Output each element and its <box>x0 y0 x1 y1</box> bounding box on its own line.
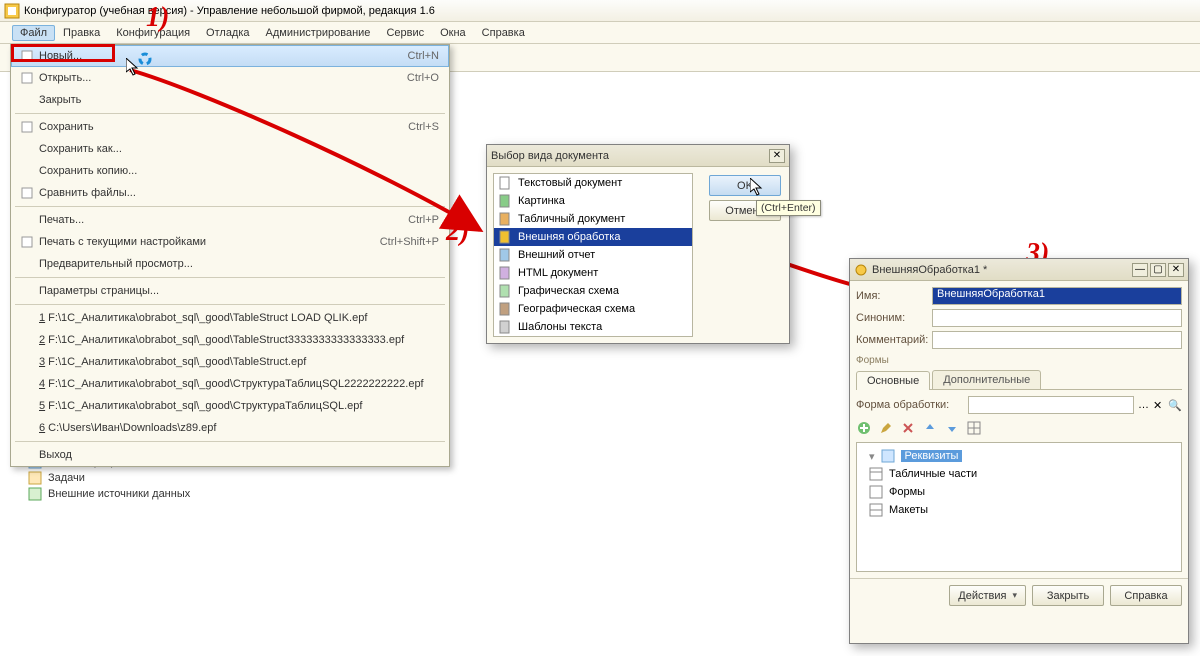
label-form-proc: Форма обработки: <box>856 399 964 411</box>
tree-row-tabparts[interactable]: Табличные части <box>861 465 1177 483</box>
file-menu-item[interactable]: 4 F:\1С_Аналитика\obrabot_sql\_good\Стру… <box>11 373 449 395</box>
file-menu-item[interactable]: Сохранить как... <box>11 138 449 160</box>
menubar: Файл Правка Конфигурация Отладка Админис… <box>0 22 1200 44</box>
doc-type-item[interactable]: HTML документ <box>494 264 692 282</box>
doc-type-item[interactable]: Картинка <box>494 192 692 210</box>
dialog-doc-type: Выбор вида документа ✕ Текстовый докумен… <box>486 144 790 344</box>
group-forms: Формы <box>856 355 1182 366</box>
gear-icon <box>854 263 868 277</box>
dialog-ext-proc-title[interactable]: ВнешняяОбработка1 * — ▢ ✕ <box>850 259 1188 281</box>
file-menu-item[interactable]: Новый...Ctrl+N <box>11 45 449 67</box>
file-menu-item[interactable]: Открыть...Ctrl+O <box>11 67 449 89</box>
tree-row-forms[interactable]: Формы <box>861 483 1177 501</box>
file-menu-item[interactable]: Печать...Ctrl+P <box>11 209 449 231</box>
menu-help[interactable]: Справка <box>474 25 533 41</box>
doc-type-item[interactable]: Графическая схема <box>494 282 692 300</box>
config-tree: Бизнес-процессы Задачи Внешние источники… <box>0 448 340 656</box>
menu-admin[interactable]: Администрирование <box>258 25 379 41</box>
form-proc-search[interactable]: 🔍 <box>1168 399 1182 412</box>
tree-tasks[interactable]: Задачи <box>4 470 336 486</box>
tab-extra[interactable]: Дополнительные <box>932 370 1041 389</box>
doc-type-item[interactable]: Географическая схема <box>494 300 692 318</box>
doc-type-item[interactable]: Шаблоны текста <box>494 318 692 336</box>
delete-icon[interactable] <box>900 420 916 436</box>
annotation-2: 2) <box>446 216 469 248</box>
doc-type-item[interactable]: Внешняя обработка <box>494 228 692 246</box>
file-menu-item[interactable]: Параметры страницы... <box>11 280 449 302</box>
form-proc-clear[interactable]: ✕ <box>1153 399 1167 412</box>
edit-icon[interactable] <box>878 420 894 436</box>
doc-type-item[interactable]: Текстовый документ <box>494 174 692 192</box>
file-menu-item[interactable]: 1 F:\1С_Аналитика\obrabot_sql\_good\Tabl… <box>11 307 449 329</box>
menu-file[interactable]: Файл <box>12 25 55 41</box>
label-syn: Синоним: <box>856 312 928 324</box>
file-menu-item[interactable]: Выход <box>11 444 449 466</box>
file-menu-item[interactable]: 2 F:\1С_Аналитика\obrabot_sql\_good\Tabl… <box>11 329 449 351</box>
input-synonym[interactable] <box>932 309 1182 327</box>
file-menu-item[interactable]: Предварительный просмотр... <box>11 253 449 275</box>
menu-service[interactable]: Сервис <box>378 25 432 41</box>
tree-ext-sources[interactable]: Внешние источники данных <box>4 486 336 502</box>
doc-type-item[interactable]: Табличный документ <box>494 210 692 228</box>
tree-row-layouts[interactable]: Макеты <box>861 501 1177 519</box>
input-form-proc[interactable] <box>968 396 1134 414</box>
file-menu-item[interactable]: 6 C:\Users\Иван\Downloads\z89.epf <box>11 417 449 439</box>
grid-icon[interactable] <box>966 420 982 436</box>
file-menu-dropdown: Новый...Ctrl+NОткрыть...Ctrl+OЗакрыть Сох… <box>10 44 450 467</box>
down-icon[interactable] <box>944 420 960 436</box>
file-menu-item[interactable]: Сохранить копию... <box>11 160 449 182</box>
file-menu-item[interactable]: Закрыть <box>11 89 449 111</box>
label-comment: Комментарий: <box>856 334 928 346</box>
file-menu-item[interactable]: 5 F:\1С_Аналитика\obrabot_sql\_good\Стру… <box>11 395 449 417</box>
menu-debug[interactable]: Отладка <box>198 25 257 41</box>
add-icon[interactable] <box>856 420 872 436</box>
actions-button[interactable]: Действия <box>949 585 1026 606</box>
file-menu-item[interactable]: Печать с текущими настройкамиCtrl+Shift+… <box>11 231 449 253</box>
dialog-maximize[interactable]: ▢ <box>1150 263 1166 277</box>
label-name: Имя: <box>856 290 928 302</box>
doc-type-ok[interactable]: OK <box>709 175 781 196</box>
dialog-doc-type-close[interactable]: ✕ <box>769 149 785 163</box>
annotation-1: 1) <box>146 2 169 34</box>
input-comment[interactable] <box>932 331 1182 349</box>
form-proc-ellipsis[interactable]: … <box>1138 399 1152 412</box>
title-bar: Конфигуратор (учебная версия) - Управлен… <box>0 0 1200 22</box>
dialog-close[interactable]: ✕ <box>1168 263 1184 277</box>
cursor-pointer-2 <box>750 178 768 196</box>
structure-tree[interactable]: ▾Реквизиты Табличные части Формы Макеты <box>856 442 1182 572</box>
file-menu-item[interactable]: Сравнить файлы... <box>11 182 449 204</box>
dialog-minimize[interactable]: — <box>1132 263 1148 277</box>
app-icon <box>4 3 20 19</box>
doc-type-item[interactable]: Внешний отчет <box>494 246 692 264</box>
menu-windows[interactable]: Окна <box>432 25 474 41</box>
tab-main[interactable]: Основные <box>856 371 930 390</box>
close-button[interactable]: Закрыть <box>1032 585 1104 606</box>
app-title: Конфигуратор (учебная версия) - Управлен… <box>24 5 435 17</box>
dialog-doc-type-title[interactable]: Выбор вида документа ✕ <box>487 145 789 167</box>
up-icon[interactable] <box>922 420 938 436</box>
menu-edit[interactable]: Правка <box>55 25 108 41</box>
cursor-busy-icon <box>138 52 152 66</box>
file-menu-item[interactable]: 3 F:\1С_Аналитика\obrabot_sql\_good\Tabl… <box>11 351 449 373</box>
mini-toolbar <box>856 420 1182 436</box>
dialog-ext-proc: ВнешняяОбработка1 * — ▢ ✕ Имя: ВнешняяОб… <box>849 258 1189 644</box>
tabs: Основные Дополнительные <box>856 370 1182 390</box>
input-name[interactable]: ВнешняяОбработка1 <box>932 287 1182 305</box>
tooltip-ok-shortcut: (Ctrl+Enter) <box>756 200 821 216</box>
file-menu-item[interactable]: СохранитьCtrl+S <box>11 116 449 138</box>
doc-type-list[interactable]: Текстовый документКартинкаТабличный доку… <box>493 173 693 337</box>
tree-row-attrs[interactable]: ▾Реквизиты <box>861 447 1177 465</box>
help-button[interactable]: Справка <box>1110 585 1182 606</box>
